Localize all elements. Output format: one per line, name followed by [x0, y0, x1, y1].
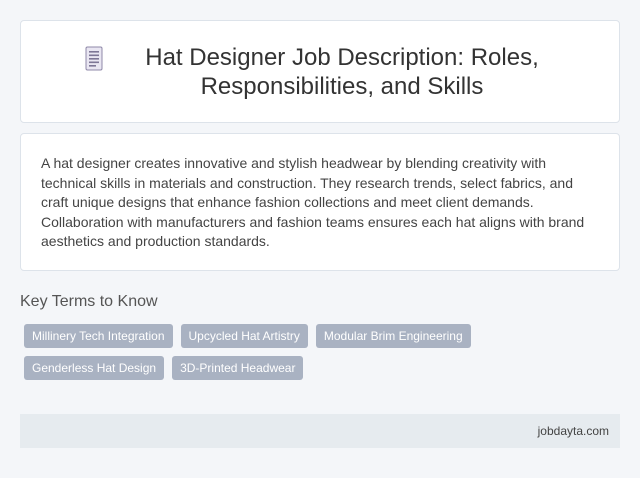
tag-millinery-tech-integration: Millinery Tech Integration	[24, 324, 173, 348]
tag-upcycled-hat-artistry: Upcycled Hat Artistry	[180, 324, 308, 348]
document-icon	[83, 46, 105, 72]
key-terms-title: Key Terms to Know	[20, 293, 158, 310]
key-terms-tags: Millinery Tech Integration Upcycled Hat …	[20, 324, 620, 388]
tag-genderless-hat-design: Genderless Hat Design	[24, 356, 165, 380]
title-card: Hat Designer Job Description: Roles, Res…	[20, 20, 620, 123]
title-wrap: Hat Designer Job Description: Roles, Res…	[40, 43, 600, 101]
tag-modular-brim-engineering: Modular Brim Engineering	[315, 324, 471, 348]
footer-site-link[interactable]: jobdayta.com	[538, 424, 609, 438]
page-title: Hat Designer Job Description: Roles, Res…	[145, 43, 539, 100]
description-card: A hat designer creates innovative and st…	[20, 133, 620, 271]
footer: jobdayta.com	[20, 414, 620, 448]
tag-3d-printed-headwear: 3D-Printed Headwear	[172, 356, 304, 380]
description-text: A hat designer creates innovative and st…	[41, 155, 585, 250]
